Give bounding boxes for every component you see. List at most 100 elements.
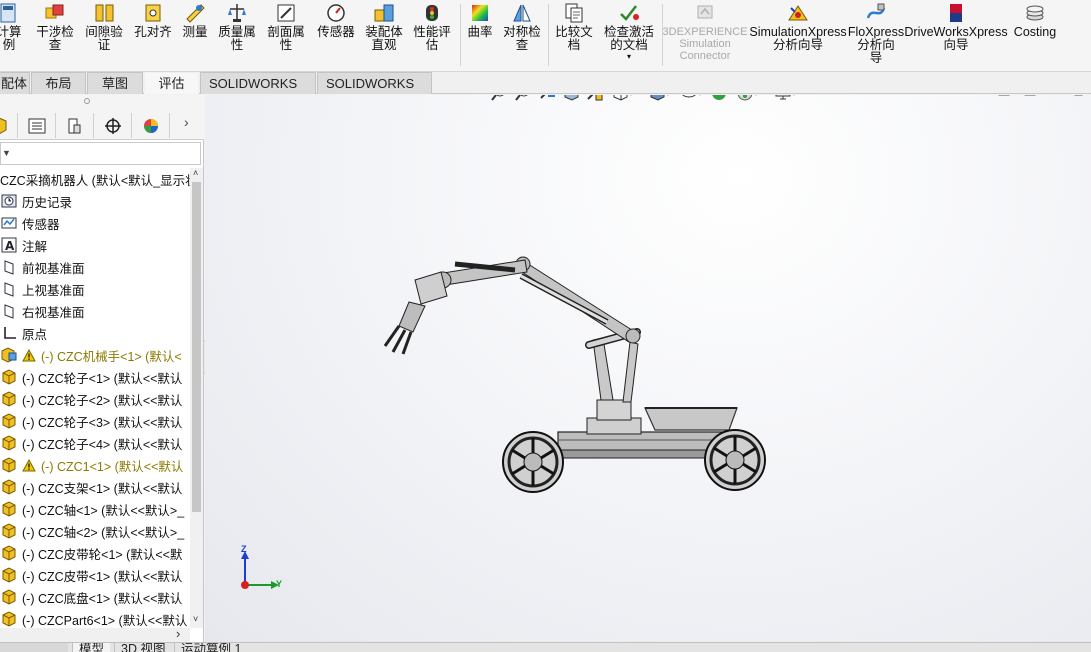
zoom-to-area-icon[interactable] (513, 95, 533, 102)
manager-tabs: › (0, 110, 204, 140)
tree-root[interactable]: CZC采摘机器人 (默认<默认_显示状 (0, 168, 190, 190)
previous-view-icon[interactable] (537, 95, 557, 102)
view-orientation-icon[interactable]: ▾ (609, 95, 635, 102)
chevron-down-icon[interactable]: ▾ (698, 95, 702, 98)
chevron-down-icon[interactable]: ▾ (629, 95, 633, 98)
tree-item-label: (-) CZCPart6<1> (默认<<默认 (22, 613, 188, 628)
tree-item-sensors[interactable]: 传感器 (0, 212, 190, 234)
performance-evaluation-button[interactable]: 性能评 估 (410, 2, 454, 52)
chevron-down-icon[interactable]: ▾ (754, 95, 758, 98)
display-style-icon[interactable]: ▾ (645, 95, 673, 102)
tree-item-part[interactable]: (-) CZC支架<1> (默认<<默认 (0, 476, 190, 498)
tab-configurationmanager[interactable] (56, 113, 94, 138)
mass-properties-button[interactable]: 质量属 性 (216, 2, 258, 52)
simulationxpress-button[interactable]: SimulationXpress 分析向导 (749, 2, 847, 52)
measure-button[interactable]: 测量 (178, 2, 212, 39)
window-tile-right-icon[interactable] (1023, 95, 1037, 97)
tree-item-subassembly[interactable]: (-) CZC机械手<1> (默认< (0, 344, 190, 366)
tree-item-label: (-) CZC轮子<2> (默认<<默认 (22, 393, 183, 408)
chevron-right-icon[interactable]: › (184, 114, 189, 130)
assembly-visualization-button[interactable]: 装配体 直观 (362, 2, 406, 52)
chevron-down-icon[interactable]: ▾ (792, 95, 796, 98)
tab-dimxpertmanager[interactable] (94, 113, 132, 138)
curvature-button[interactable]: 曲率 (464, 2, 496, 39)
tree-item-part[interactable]: (-) CZC轴<2> (默认<<默认>_ (0, 520, 190, 542)
tab-solidworks-mbd[interactable]: SOLIDWORKS MBD (317, 72, 432, 112)
tree-vertical-scrollbar[interactable]: ˄ ˅ (190, 168, 203, 628)
symmetry-check-button[interactable]: 对称检 查 (500, 2, 544, 52)
tree-item-label: (-) CZC机械手<1> (默认< (41, 349, 182, 364)
zoom-to-fit-icon[interactable] (489, 95, 509, 102)
tree-item-right-plane[interactable]: 右视基准面 (0, 300, 190, 322)
window-tile-left-icon[interactable] (997, 95, 1011, 97)
tree-item-part[interactable]: (-) CZC轮子<2> (默认<<默认 (0, 388, 190, 410)
tree-item-annotations[interactable]: A 注解 (0, 234, 190, 256)
tree-filter-input[interactable]: ▼ (0, 142, 201, 165)
tree-item-part[interactable]: (-) CZC皮带轮<1> (默认<<默 (0, 542, 190, 564)
floxpress-button[interactable]: FloXpress 分析向 导 (848, 2, 904, 65)
minimize-icon[interactable] (1049, 95, 1063, 97)
tree-item-part[interactable]: (-) CZC1<1> (默认<<默认 (0, 454, 190, 476)
edit-appearance-icon[interactable] (709, 95, 729, 102)
apply-scene-icon[interactable]: ▾ (733, 95, 761, 102)
assembly-visualization-icon (374, 4, 394, 22)
plane-icon (0, 280, 18, 298)
calculator-button[interactable]: 计算 例 (0, 2, 24, 52)
panel-grip[interactable] (0, 95, 204, 110)
tree-item-part[interactable]: (-) CZC轮子<3> (默认<<默认 (0, 410, 190, 432)
scroll-up-icon[interactable]: ˄ (193, 168, 198, 178)
scroll-right-icon[interactable]: › (176, 626, 180, 641)
tree-item-top-plane[interactable]: 上视基准面 (0, 278, 190, 300)
wrist (414, 271, 448, 305)
graphics-viewport[interactable]: ▾ ▾ ▾ ▾ ▾ (205, 95, 1091, 642)
ribbon-label: 质量属 性 (218, 25, 256, 52)
bottom-tabs: 模型 3D 视图 运动算例 1 (0, 642, 1091, 652)
tab-layout[interactable]: 布局 (31, 72, 86, 94)
check-active-document-button[interactable]: 检查激活 的文档 ▾ (600, 2, 658, 62)
tab-propertymanager[interactable] (18, 113, 56, 138)
tree-horizontal-scrollbar[interactable]: › (0, 626, 190, 642)
section-view-icon[interactable] (561, 95, 581, 102)
tree-item-origin[interactable]: 原点 (0, 322, 190, 344)
clearance-verification-button[interactable]: 间隙验 证 (82, 2, 126, 52)
interference-check-button[interactable]: 干涉检 查 (34, 2, 76, 52)
section-properties-button[interactable]: 剖面属 性 (264, 2, 308, 52)
tree-item-part[interactable]: (-) CZC底盘<1> (默认<<默认 (0, 586, 190, 608)
scroll-down-icon[interactable]: ˅ (193, 614, 198, 624)
hide-show-items-icon[interactable]: ▾ (677, 95, 705, 102)
sensor-button[interactable]: 传感器 (314, 2, 358, 39)
tree-item-part[interactable]: (-) CZC轮子<1> (默认<<默认 (0, 366, 190, 388)
costing-button[interactable]: Costing (1012, 2, 1058, 39)
featuremanager-icon (0, 117, 6, 134)
tree-item-part[interactable]: (-) CZC轮子<4> (默认<<默认 (0, 432, 190, 454)
compare-documents-button[interactable]: 比较文 档 (552, 2, 596, 52)
chevron-down-icon[interactable]: ▾ (627, 52, 631, 62)
tree-item-history[interactable]: 历史记录 (0, 190, 190, 212)
tab-scroll-arrows[interactable] (0, 643, 68, 652)
tree-item-part[interactable]: (-) CZC轴<1> (默认<<默认>_ (0, 498, 190, 520)
chevron-down-icon[interactable]: ▾ (666, 95, 670, 98)
tab-assembly[interactable]: 配体 (0, 72, 30, 94)
tab-3d-views[interactable]: 3D 视图 (114, 643, 171, 652)
tab-model[interactable]: 模型 (72, 643, 111, 652)
robot-model[interactable] (375, 250, 775, 500)
tree-item-label: (-) CZC1<1> (默认<<默认 (41, 459, 184, 474)
tree-item-part[interactable]: (-) CZCPart6<1> (默认<<默认 (0, 608, 190, 628)
view-settings-icon[interactable]: ▾ (771, 95, 799, 102)
3dexperience-icon (697, 5, 713, 19)
restore-icon[interactable] (1073, 95, 1087, 97)
heads-up-view-toolbar: ▾ ▾ ▾ ▾ ▾ (489, 95, 803, 103)
tab-solidworks-addins[interactable]: SOLIDWORKS 插件 (200, 72, 316, 112)
tab-sketch[interactable]: 草图 (87, 72, 143, 94)
dynamic-annotation-icon[interactable] (585, 95, 605, 102)
tab-evaluate[interactable]: 评估 (144, 72, 199, 94)
tab-displaymanager[interactable] (132, 113, 170, 138)
hole-alignment-button[interactable]: 孔对齐 (132, 2, 174, 39)
tab-motion-study-1[interactable]: 运动算例 1 (174, 643, 247, 652)
tab-featuremanager[interactable] (0, 113, 18, 138)
scrollbar-thumb[interactable] (192, 182, 201, 512)
driveworksxpress-button[interactable]: DriveWorksXpress 向导 (904, 2, 1008, 52)
tree-item-part[interactable]: (-) CZC皮带<1> (默认<<默认 (0, 564, 190, 586)
tree-item-front-plane[interactable]: 前视基准面 (0, 256, 190, 278)
propertymanager-icon (28, 118, 45, 133)
